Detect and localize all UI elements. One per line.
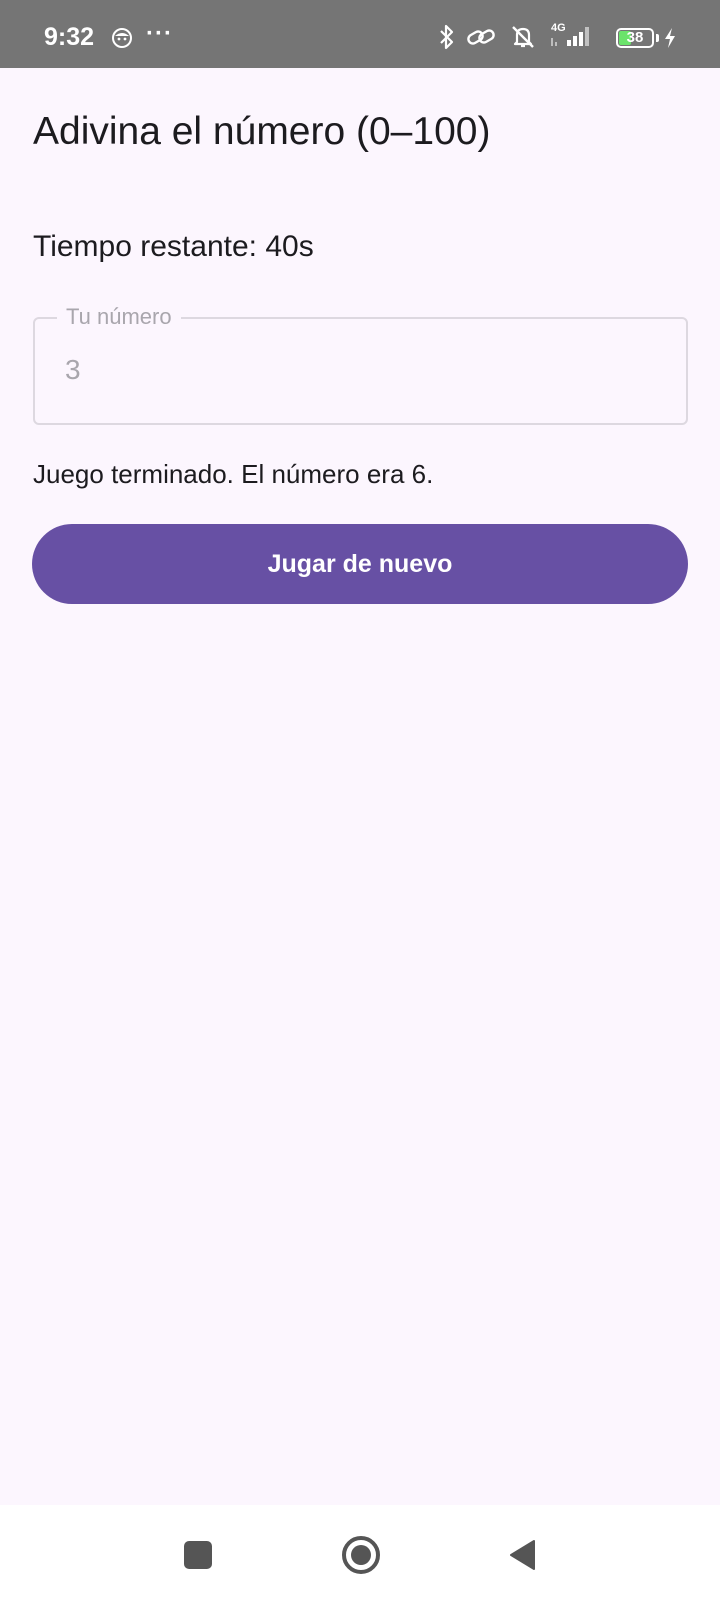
navigation-bar <box>0 1505 720 1600</box>
link-icon <box>467 29 495 45</box>
timer-text: Tiempo restante: 40s <box>33 230 314 263</box>
back-icon[interactable] <box>508 1539 536 1571</box>
bluetooth-icon <box>440 24 454 50</box>
status-time: 9:32 <box>44 23 95 51</box>
page-title: Adivina el número (0–100) <box>33 110 491 153</box>
play-again-button[interactable]: Jugar de nuevo <box>32 524 688 604</box>
signal-4g-icon: 4G <box>549 22 595 50</box>
game-over-message: Juego terminado. El número era 6. <box>33 459 434 489</box>
face-icon <box>112 28 132 48</box>
battery-level: 38 <box>626 29 644 46</box>
mute-icon <box>512 26 534 48</box>
recents-icon[interactable] <box>184 1541 212 1569</box>
home-icon[interactable] <box>341 1535 381 1575</box>
battery-icon: 38 <box>616 28 654 48</box>
number-field-label: Tu número <box>57 302 181 332</box>
charging-icon <box>665 28 675 48</box>
number-field[interactable]: Tu número <box>33 302 688 425</box>
number-input[interactable] <box>65 349 655 391</box>
more-notifications-icon: ··· <box>146 20 173 47</box>
status-bar: 9:32 ··· 4G 38 <box>0 0 720 68</box>
battery-tip <box>656 34 659 42</box>
